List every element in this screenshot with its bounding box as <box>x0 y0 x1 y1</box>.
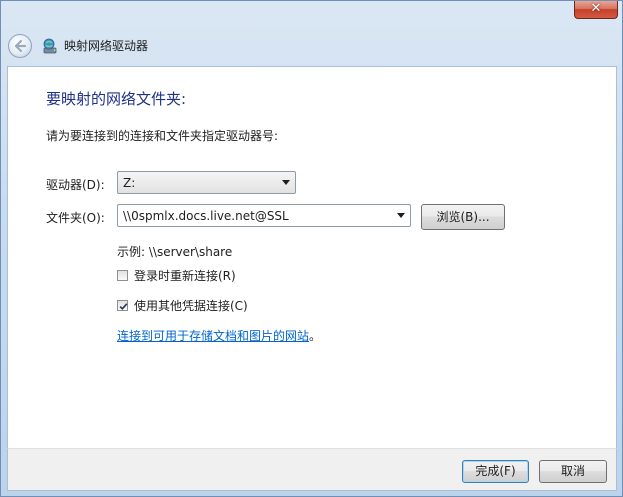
reconnect-checkbox[interactable] <box>117 270 128 281</box>
map-network-drive-window: ✕ 映射网络驱动器 要映射的网络文件夹: 请为要连接到的连接和文件夹指定驱动器号… <box>0 0 623 497</box>
credentials-label[interactable]: 使用其他凭据连接(C) <box>134 299 248 313</box>
checkmark-icon <box>119 303 128 311</box>
window-title: 映射网络驱动器 <box>64 39 149 53</box>
chevron-down-icon <box>282 180 290 185</box>
page-heading: 要映射的网络文件夹: <box>46 90 187 108</box>
reconnect-label[interactable]: 登录时重新连接(R) <box>134 269 236 283</box>
folder-combobox[interactable]: \\0spmlx.docs.live.net@SSL <box>117 204 411 227</box>
finish-button[interactable]: 完成(F) <box>462 460 529 483</box>
back-arrow-icon <box>14 39 27 53</box>
network-drive-icon <box>43 38 57 54</box>
website-link-line: 连接到可用于存储文档和图片的网站。 <box>117 327 321 344</box>
browse-button[interactable]: 浏览(B)... <box>421 204 505 230</box>
dialog-footer: 完成(F) 取消 <box>7 448 617 491</box>
content-panel: 要映射的网络文件夹: 请为要连接到的连接和文件夹指定驱动器号: 驱动器(D): … <box>7 66 617 449</box>
close-icon: ✕ <box>590 1 602 16</box>
credentials-checkbox[interactable] <box>117 300 128 311</box>
instruction-text: 请为要连接到的连接和文件夹指定驱动器号: <box>46 129 279 143</box>
link-suffix: 。 <box>309 329 322 343</box>
website-link[interactable]: 连接到可用于存储文档和图片的网站 <box>117 329 309 343</box>
close-button[interactable]: ✕ <box>574 1 618 19</box>
folder-input-value: \\0spmlx.docs.live.net@SSL <box>123 209 289 223</box>
example-text: 示例: \\server\share <box>117 245 233 259</box>
back-button[interactable] <box>8 34 32 58</box>
drive-select-value: Z: <box>123 176 136 190</box>
chevron-down-icon[interactable] <box>397 213 405 218</box>
cancel-button[interactable]: 取消 <box>539 460 607 483</box>
folder-label: 文件夹(O): <box>46 211 105 225</box>
drive-select[interactable]: Z: <box>117 171 296 194</box>
drive-label: 驱动器(D): <box>46 178 105 192</box>
